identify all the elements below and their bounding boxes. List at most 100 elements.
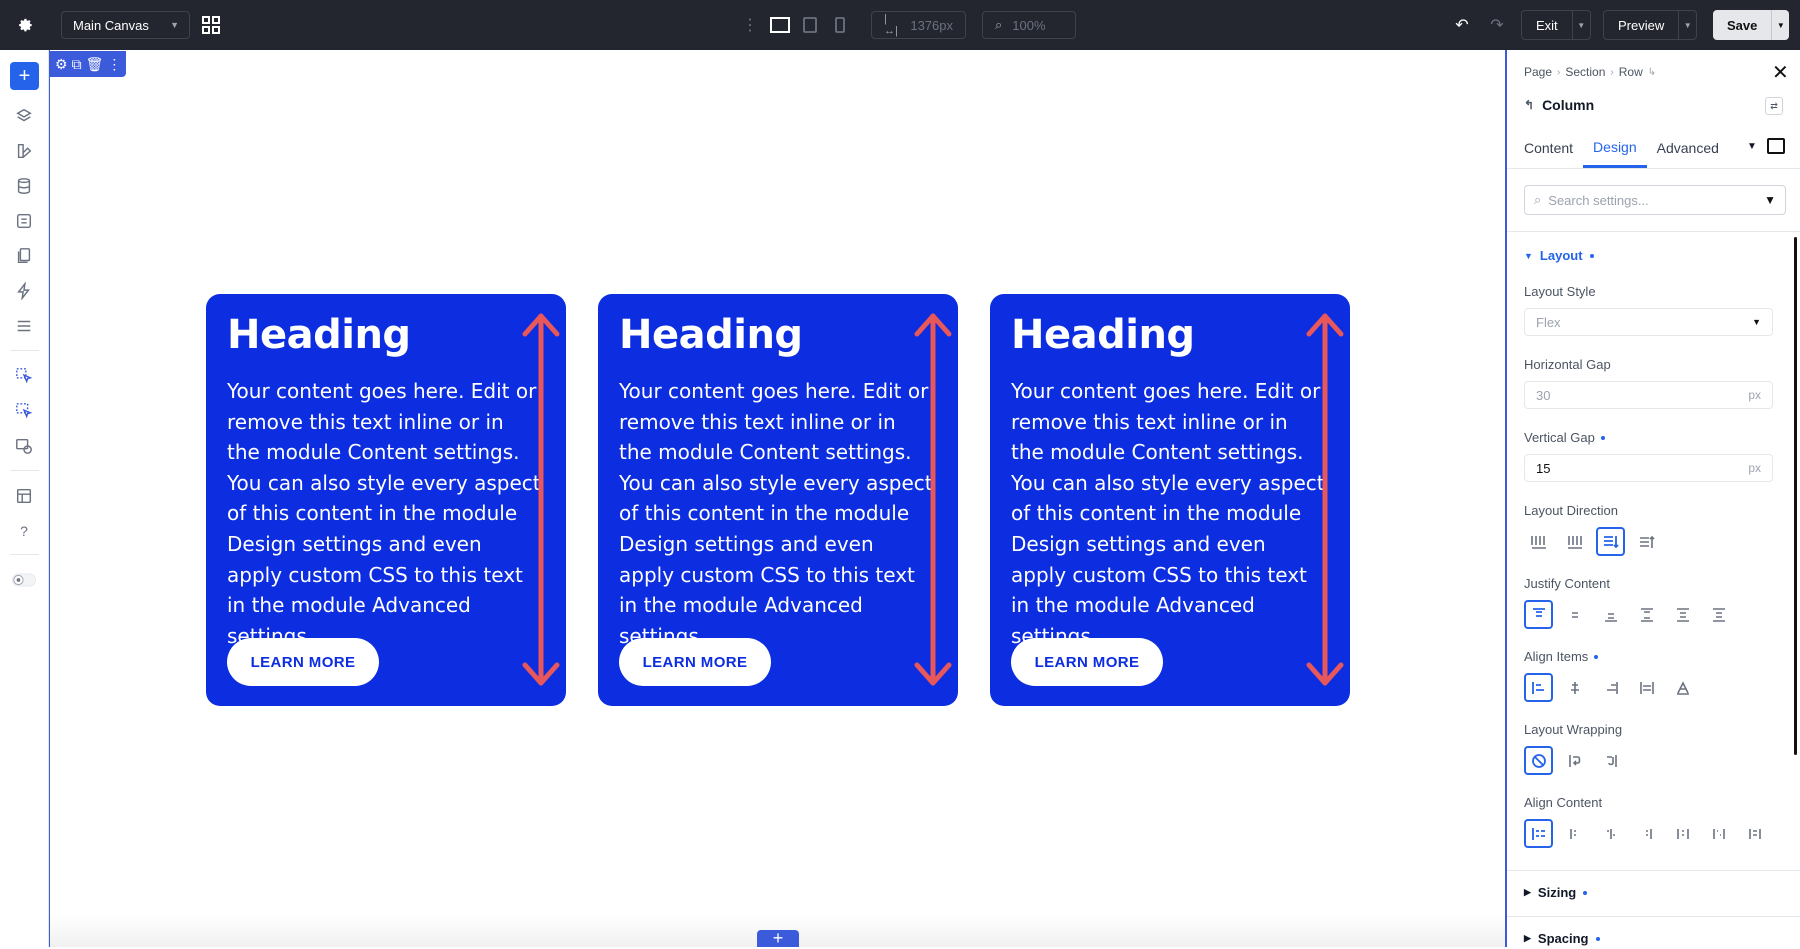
search-settings-input[interactable]: ⌕ Search settings... ▼ — [1524, 185, 1786, 215]
justify-between-icon[interactable] — [1632, 600, 1661, 629]
select-cursor-icon[interactable] — [12, 364, 36, 388]
grid-view-icon[interactable] — [200, 14, 222, 36]
learn-more-button[interactable]: LEARN MORE — [619, 638, 771, 686]
align-content-between-icon[interactable] — [1632, 819, 1661, 848]
canvas-select[interactable]: Main Canvas ▼ — [61, 11, 190, 39]
duplicate-icon[interactable]: ⧉ — [72, 57, 82, 71]
layers-icon[interactable] — [12, 104, 36, 128]
justify-end-icon[interactable] — [1596, 600, 1625, 629]
horizontal-gap-input[interactable]: 30 px — [1524, 381, 1773, 409]
card-1[interactable]: Heading Your content goes here. Edit or … — [206, 294, 566, 706]
justify-evenly-icon[interactable] — [1704, 600, 1733, 629]
align-content-end-icon[interactable] — [1596, 819, 1625, 848]
justify-start-icon[interactable] — [1524, 600, 1553, 629]
align-content-center-icon[interactable] — [1560, 819, 1589, 848]
learn-more-button[interactable]: LEARN MORE — [227, 638, 379, 686]
align-items-label: Align Items — [1524, 649, 1599, 664]
dark-mode-toggle[interactable] — [12, 568, 36, 592]
align-content-start-icon[interactable] — [1524, 819, 1553, 848]
align-content-stretch-icon[interactable] — [1740, 819, 1769, 848]
exit-button[interactable]: Exit ▼ — [1521, 10, 1591, 40]
justify-center-icon[interactable] — [1560, 600, 1589, 629]
tab-content[interactable]: Content — [1524, 128, 1583, 168]
direction-row-icon[interactable] — [1524, 527, 1553, 556]
tab-advanced[interactable]: Advanced — [1647, 128, 1729, 168]
panel-tabs: Content Design Advanced — [1524, 128, 1729, 168]
align-stretch-icon[interactable] — [1632, 673, 1661, 702]
canvas-width-input[interactable]: |↔| 1376px — [871, 11, 966, 39]
pages-icon[interactable] — [12, 244, 36, 268]
add-element-button[interactable]: + — [10, 62, 39, 90]
align-end-icon[interactable] — [1596, 673, 1625, 702]
justify-around-icon[interactable] — [1668, 600, 1697, 629]
card-body-text[interactable]: Your content goes here. Edit or remove t… — [1011, 376, 1326, 651]
filter-icon[interactable]: ▼ — [1764, 193, 1776, 207]
align-content-around-icon[interactable] — [1668, 819, 1697, 848]
more-options-icon[interactable]: ⋮ — [107, 57, 121, 71]
preview-button[interactable]: Preview ▼ — [1603, 10, 1698, 40]
help-icon[interactable]: ? — [12, 519, 36, 543]
add-row-button[interactable]: + — [757, 928, 799, 948]
preview-dropdown-icon[interactable]: ▼ — [1678, 11, 1696, 39]
settings-icon[interactable]: ⚙ — [55, 57, 68, 71]
card-heading[interactable]: Heading — [1011, 312, 1195, 358]
redo-icon[interactable]: ↷ — [1486, 14, 1508, 36]
settings-gear-icon[interactable] — [14, 14, 36, 36]
delete-icon[interactable]: 🗑 — [86, 57, 104, 71]
unit-label: px — [1748, 461, 1761, 475]
align-start-icon[interactable] — [1524, 673, 1553, 702]
zoom-input[interactable]: ⌕ 100% — [982, 11, 1076, 39]
chevron-down-icon: ▼ — [1752, 317, 1761, 327]
learn-more-button[interactable]: LEARN MORE — [1011, 638, 1163, 686]
portability-icon[interactable] — [12, 484, 36, 508]
modified-dot — [1595, 936, 1600, 941]
square-frame-icon[interactable] — [1766, 138, 1785, 154]
desktop-view-icon[interactable] — [769, 14, 791, 36]
tab-design[interactable]: Design — [1583, 128, 1647, 168]
close-icon[interactable]: ✕ — [1772, 60, 1789, 85]
no-wrap-icon[interactable] — [1524, 746, 1553, 775]
wrap-icon[interactable] — [1560, 746, 1589, 775]
direction-column-icon[interactable] — [1596, 527, 1625, 556]
left-sidebar: + ? — [0, 50, 49, 947]
align-content-evenly-icon[interactable] — [1704, 819, 1733, 848]
card-2[interactable]: Heading Your content goes here. Edit or … — [598, 294, 958, 706]
card-heading[interactable]: Heading — [619, 312, 803, 358]
panel-scrollbar[interactable] — [1794, 237, 1797, 755]
sizing-section-header[interactable]: ▶ Sizing — [1524, 885, 1588, 900]
wrap-reverse-icon[interactable] — [1596, 746, 1625, 775]
more-vertical-icon[interactable]: ⋮ — [742, 15, 758, 35]
phone-view-icon[interactable] — [829, 14, 851, 36]
database-icon[interactable] — [12, 174, 36, 198]
layout-style-select[interactable]: Flex ▼ — [1524, 308, 1773, 336]
breadcrumb-row[interactable]: Row — [1619, 65, 1643, 79]
align-baseline-icon[interactable] — [1668, 673, 1697, 702]
card-heading[interactable]: Heading — [227, 312, 411, 358]
sliders-icon[interactable] — [12, 314, 36, 338]
exit-dropdown-icon[interactable]: ▼ — [1571, 11, 1590, 39]
multi-select-icon[interactable] — [12, 399, 36, 423]
spacing-section-header[interactable]: ▶ Spacing — [1524, 931, 1600, 946]
layout-section-header[interactable]: ▼ Layout — [1524, 248, 1594, 263]
top-toolbar: Main Canvas ▼ ⋮ |↔| 1376px ⌕ 100% ↶ ↷ Ex… — [0, 0, 1800, 50]
card-3[interactable]: Heading Your content goes here. Edit or … — [990, 294, 1350, 706]
breadcrumb-page[interactable]: Page — [1524, 65, 1552, 79]
back-arrow-icon[interactable]: ↰ — [1524, 98, 1534, 112]
align-center-icon[interactable] — [1560, 673, 1589, 702]
save-button[interactable]: Save ▼ — [1713, 10, 1790, 40]
vertical-gap-input[interactable]: 15 px — [1524, 454, 1773, 482]
caret-down-icon[interactable]: ▼ — [1747, 141, 1757, 152]
panel-options-icon[interactable]: ⇄ — [1765, 97, 1783, 115]
theme-builder-icon[interactable] — [12, 139, 36, 163]
undo-icon[interactable]: ↶ — [1451, 14, 1473, 36]
tablet-view-icon[interactable] — [799, 14, 821, 36]
widget-icon[interactable] — [12, 209, 36, 233]
save-dropdown-icon[interactable]: ▼ — [1771, 10, 1789, 40]
card-body-text[interactable]: Your content goes here. Edit or remove t… — [619, 376, 934, 651]
direction-row-reverse-icon[interactable] — [1560, 527, 1589, 556]
global-presets-icon[interactable] — [12, 434, 36, 458]
direction-column-reverse-icon[interactable] — [1632, 527, 1661, 556]
card-body-text[interactable]: Your content goes here. Edit or remove t… — [227, 376, 542, 651]
breadcrumb-section[interactable]: Section — [1565, 65, 1605, 79]
lightning-icon[interactable] — [12, 279, 36, 303]
